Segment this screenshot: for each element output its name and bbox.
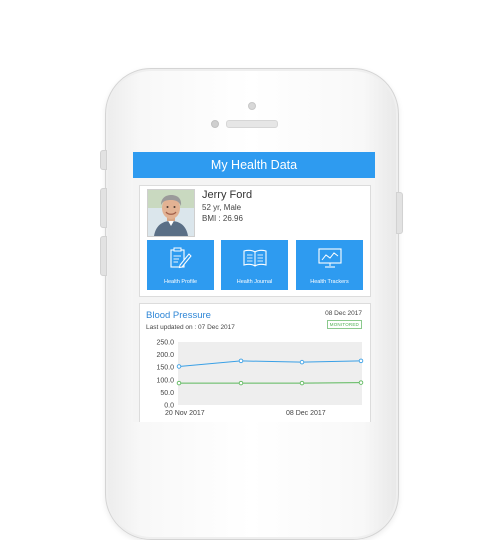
data-point[interactable]	[238, 380, 244, 386]
y-tick-label: 150.0	[156, 365, 174, 372]
front-camera	[248, 102, 256, 110]
profile-card: Jerry Ford 52 yr, Male BMI : 26.96 Healt…	[139, 185, 371, 297]
y-tick-label: 0.0	[164, 403, 174, 410]
plot-area	[178, 342, 362, 405]
app-title: My Health Data	[210, 158, 298, 172]
health-profile-label: Health Profile	[163, 279, 198, 285]
data-point[interactable]	[358, 358, 364, 364]
data-point[interactable]	[299, 359, 305, 365]
health-journal-label: Health Journal	[236, 279, 273, 285]
y-tick-label: 200.0	[156, 352, 174, 359]
avatar[interactable]	[147, 189, 195, 237]
last-updated-text: Last updated on : 07 Dec 2017	[146, 324, 235, 331]
mute-switch	[100, 150, 107, 170]
app-header: My Health Data	[133, 152, 375, 178]
blood-pressure-chart: 250.0 200.0 150.0 100.0 50.0 0.0 20 Nov 2017 0…	[156, 340, 364, 417]
health-trackers-label: Health Trackers	[310, 279, 349, 285]
x-tick-label: 08 Dec 2017	[286, 410, 326, 417]
data-point[interactable]	[299, 380, 305, 386]
blood-pressure-card[interactable]: Blood Pressure Last updated on : 07 Dec …	[139, 303, 371, 422]
x-tick-label: 20 Nov 2017	[165, 410, 205, 417]
health-trackers-button[interactable]: Health Trackers	[296, 240, 363, 290]
y-tick-label: 250.0	[156, 340, 174, 347]
data-point[interactable]	[176, 364, 182, 369]
profile-age-gender: 52 yr, Male	[202, 203, 242, 212]
series-line	[179, 382, 362, 384]
earpiece-speaker	[226, 120, 278, 128]
data-point[interactable]	[358, 380, 364, 385]
reading-date: 08 Dec 2017	[325, 310, 362, 317]
health-journal-button[interactable]: Health Journal	[221, 240, 288, 290]
y-tick-label: 50.0	[160, 390, 174, 397]
data-point[interactable]	[238, 358, 244, 364]
volume-up-button	[100, 188, 107, 228]
proximity-sensor	[211, 120, 219, 128]
avatar-image	[148, 190, 194, 236]
health-journal-icon	[243, 249, 267, 267]
health-profile-icon	[170, 247, 192, 269]
blood-pressure-title: Blood Pressure	[146, 310, 211, 321]
y-tick-label: 100.0	[156, 377, 174, 384]
profile-name: Jerry Ford	[202, 189, 253, 201]
status-badge: MONITORED	[326, 320, 362, 329]
volume-down-button	[100, 236, 107, 276]
health-trackers-icon	[318, 248, 342, 268]
health-profile-button[interactable]: Health Profile	[147, 240, 214, 290]
app-screen: My Health Data Jerry Ford 52 yr, Male BM…	[133, 152, 375, 422]
data-point[interactable]	[176, 380, 182, 386]
profile-bmi: BMI : 26.96	[202, 214, 243, 223]
power-button	[396, 192, 403, 234]
